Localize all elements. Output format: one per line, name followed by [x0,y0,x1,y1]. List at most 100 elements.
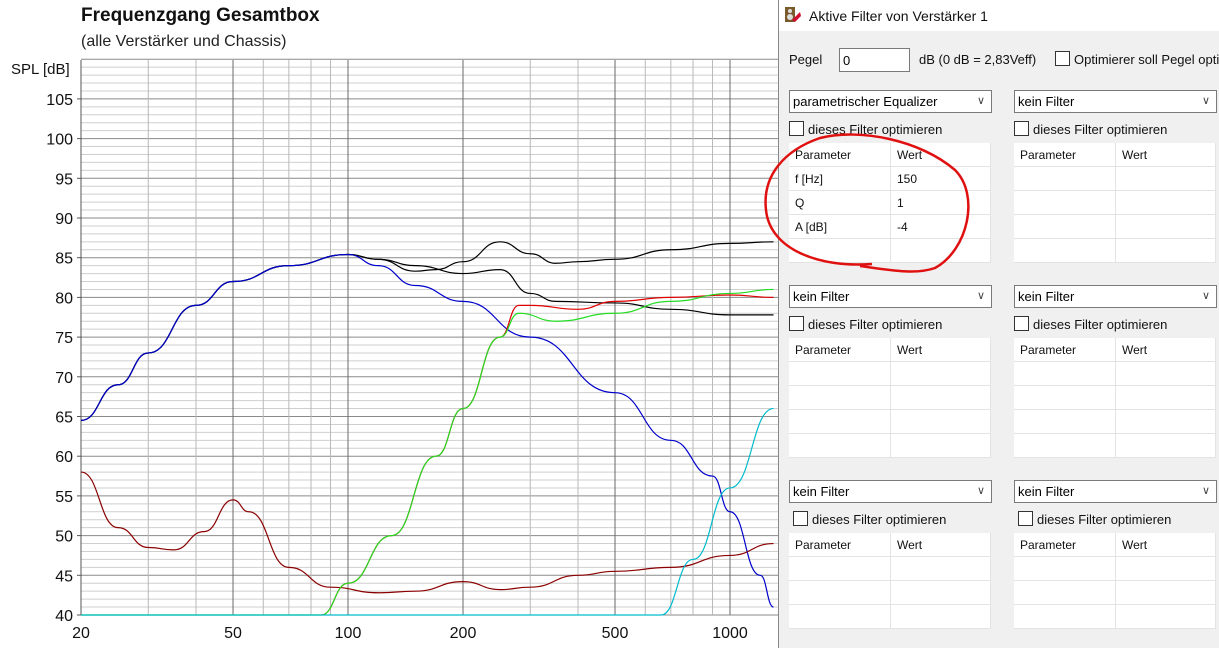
optimize-filter-label: dieses Filter optimieren [808,317,943,332]
parameter-cell [1014,214,1116,239]
chevron-down-icon: ∨ [976,485,985,497]
optimize-level-label: Optimierer soll Pegel optimieren [1074,52,1219,67]
filter-parameter-table: Parameter Wert [1014,338,1216,458]
optimize-filter-checkbox[interactable] [1014,316,1029,331]
y-tick-label: 105 [46,92,73,109]
table-row[interactable]: f [Hz] 150 [789,166,991,191]
table-row[interactable] [1014,361,1216,386]
header-wert: Wert [1115,338,1216,362]
value-cell[interactable] [1115,238,1216,263]
value-cell[interactable]: -4 [890,214,991,239]
table-row[interactable] [789,433,991,458]
table-row[interactable]: A [dB] -4 [789,214,991,239]
filter-type-select[interactable]: kein Filter ∨ [789,285,992,308]
table-row[interactable] [1014,166,1216,191]
value-cell[interactable] [1115,361,1216,386]
filter-type-select[interactable]: kein Filter ∨ [789,480,992,503]
table-row[interactable] [789,385,991,410]
value-cell[interactable] [890,604,991,629]
table-row[interactable] [789,604,991,629]
header-parameter: Parameter [1014,143,1116,167]
value-cell[interactable] [1115,385,1216,410]
value-cell[interactable] [1115,604,1216,629]
series-line-impedance [80,471,774,594]
optimize-filter-checkbox[interactable] [1014,121,1029,136]
optimize-filter-checkbox[interactable] [789,121,804,136]
table-header: Parameter Wert [789,533,991,557]
value-cell[interactable]: 1 [890,190,991,215]
x-tick-label: 50 [224,625,242,642]
table-row[interactable] [1014,409,1216,434]
value-cell[interactable] [1115,409,1216,434]
x-tick-label: 200 [450,625,477,642]
header-wert: Wert [890,143,991,167]
filter-parameter-table: Parameter Wert [1014,533,1216,629]
optimize-filter-label: dieses Filter optimieren [1033,317,1168,332]
filter-parameter-table: Parameter Wert f [Hz] 150 Q 1 A [dB] -4 [789,143,991,263]
pegel-unit: dB (0 dB = 2,83Veff) [919,52,1037,67]
table-row[interactable] [1014,604,1216,629]
optimize-filter-checkbox[interactable] [793,511,808,526]
table-row[interactable] [1014,214,1216,239]
table-header: Parameter Wert [1014,143,1216,167]
filter-type-select[interactable]: kein Filter ∨ [1014,480,1217,503]
y-tick-label: 60 [55,449,73,466]
value-cell[interactable] [890,580,991,605]
parameter-cell [789,361,891,386]
series-line-sum-1 [80,241,774,422]
table-row[interactable] [789,238,991,263]
value-cell[interactable] [1115,556,1216,581]
filter-type-select[interactable]: kein Filter ∨ [1014,285,1217,308]
parameter-cell [789,556,891,581]
parameter-cell [789,385,891,410]
dialog-titlebar[interactable]: Aktive Filter von Verstärker 1 [779,0,1219,31]
y-tick-label: 100 [46,132,73,149]
optimize-filter-label: dieses Filter optimieren [1033,122,1168,137]
optimize-filter-checkbox[interactable] [789,316,804,331]
value-cell[interactable] [890,409,991,434]
table-row[interactable] [1014,433,1216,458]
parameter-cell: f [Hz] [789,166,891,191]
parameter-cell [1014,166,1116,191]
table-row[interactable] [1014,238,1216,263]
filter-type-value: kein Filter [793,484,850,499]
value-cell[interactable] [1115,580,1216,605]
value-cell[interactable] [890,385,991,410]
chevron-down-icon: ∨ [1201,95,1210,107]
series-line-woofer [80,253,774,608]
parameter-cell [789,580,891,605]
value-cell[interactable] [890,556,991,581]
series-line-mid-green [80,288,774,616]
pegel-input[interactable] [839,48,910,72]
value-cell[interactable] [890,433,991,458]
table-header: Parameter Wert [789,143,991,167]
parameter-cell [1014,238,1116,263]
table-row[interactable] [789,361,991,386]
table-row[interactable] [1014,580,1216,605]
table-row[interactable]: Q1 [789,190,991,215]
table-row[interactable] [1014,556,1216,581]
y-tick-label: 65 [55,410,73,427]
y-axis-label: SPL [dB] [11,61,70,78]
value-cell[interactable] [1115,190,1216,215]
value-cell[interactable] [890,361,991,386]
table-row[interactable] [789,409,991,434]
y-tick-label: 95 [55,171,73,188]
value-cell[interactable] [1115,166,1216,191]
y-tick-label: 50 [55,529,73,546]
value-cell[interactable] [1115,214,1216,239]
x-tick-label: 1000 [712,625,748,642]
table-row[interactable] [789,556,991,581]
filter-type-select[interactable]: parametrischer Equalizer ∨ [789,90,992,113]
filter-type-select[interactable]: kein Filter ∨ [1014,90,1217,113]
optimize-filter-checkbox[interactable] [1018,511,1033,526]
chevron-down-icon: ∨ [976,95,985,107]
value-cell[interactable] [1115,433,1216,458]
y-tick-label: 45 [55,568,73,585]
optimize-level-checkbox[interactable] [1055,51,1070,66]
value-cell[interactable] [890,238,991,263]
table-row[interactable] [1014,190,1216,215]
table-row[interactable] [789,580,991,605]
value-cell[interactable]: 150 [890,166,991,191]
table-row[interactable] [1014,385,1216,410]
